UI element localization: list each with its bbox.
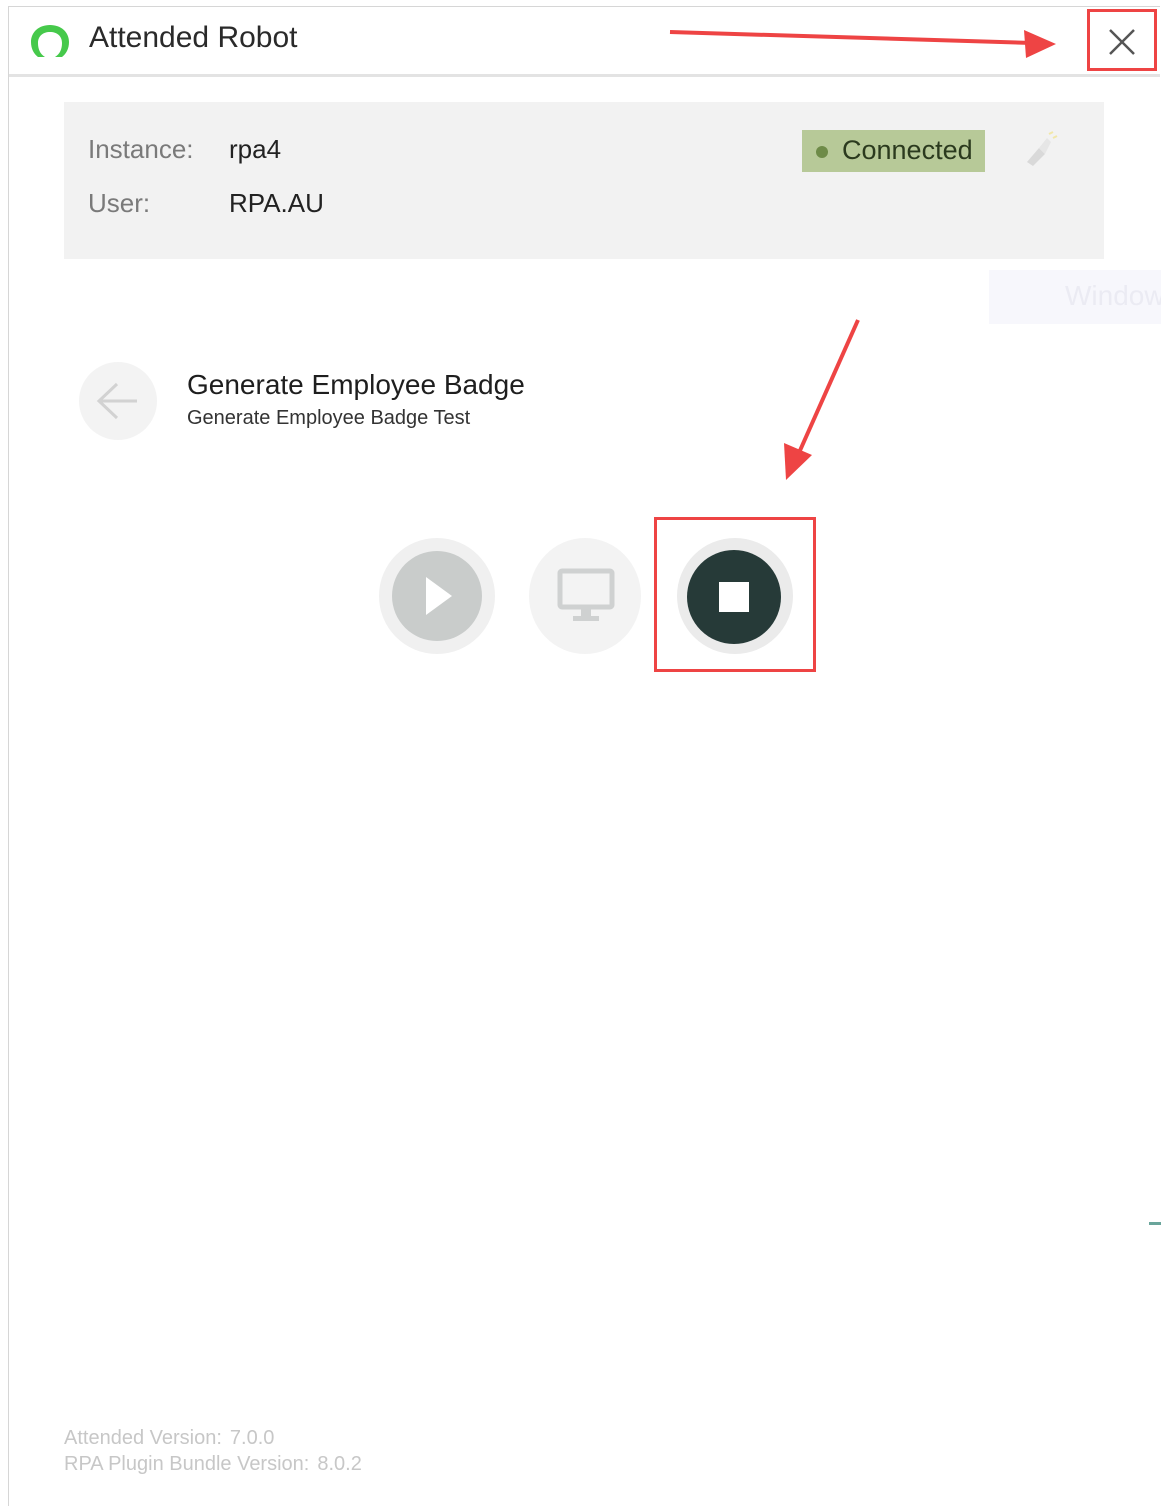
annotation-arrows	[669, 30, 1056, 480]
arrow-to-stop-icon	[784, 319, 860, 480]
arrow-to-close-icon	[669, 30, 1056, 58]
